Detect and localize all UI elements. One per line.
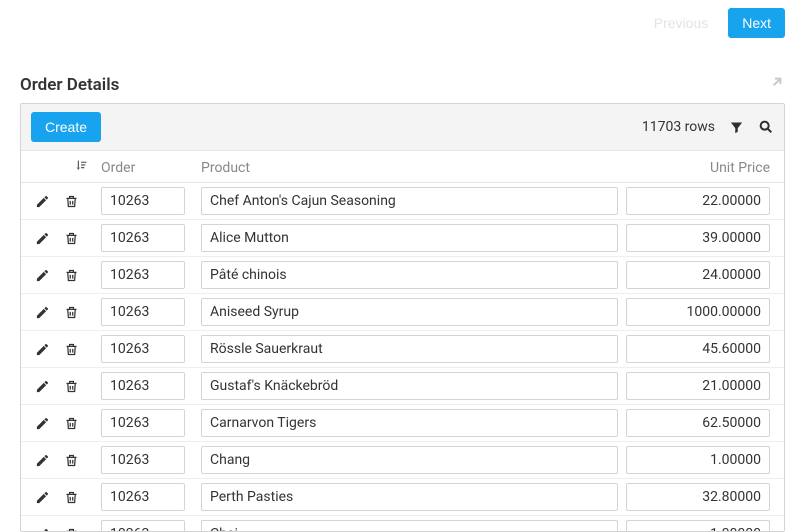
top-nav: Previous Next: [0, 0, 805, 38]
table-row: 10263 Chang 1.00000: [21, 442, 784, 479]
edit-icon[interactable]: [35, 305, 50, 320]
product-cell[interactable]: Pâté chinois: [201, 261, 618, 289]
next-button[interactable]: Next: [728, 8, 785, 38]
delete-icon[interactable]: [64, 490, 79, 505]
price-cell[interactable]: 24.00000: [626, 261, 770, 289]
edit-icon[interactable]: [35, 231, 50, 246]
previous-button: Previous: [640, 8, 722, 38]
grid-scroll[interactable]: 10263 Chef Anton's Cajun Seasoning 22.0000…: [21, 183, 784, 531]
header-actions: [29, 159, 97, 176]
table-row: 10263 Perth Pasties 32.80000: [21, 479, 784, 516]
order-cell[interactable]: 10263: [101, 224, 185, 252]
search-icon[interactable]: [758, 119, 774, 135]
order-cell[interactable]: 10263: [101, 335, 185, 363]
order-details-panel: Order Details Create 11703 rows: [20, 74, 785, 532]
delete-icon[interactable]: [64, 231, 79, 246]
product-cell[interactable]: Chang: [201, 446, 618, 474]
price-cell[interactable]: 1000.00000: [626, 298, 770, 326]
delete-icon[interactable]: [64, 527, 79, 532]
table-row: 10263 Pâté chinois 24.00000: [21, 257, 784, 294]
edit-icon[interactable]: [35, 268, 50, 283]
rows-count-label: 11703 rows: [642, 119, 715, 135]
table-row: 10263 Chai 1.00000: [21, 516, 784, 531]
price-cell[interactable]: 39.00000: [626, 224, 770, 252]
order-cell[interactable]: 10263: [101, 298, 185, 326]
filter-icon[interactable]: [729, 120, 744, 135]
product-cell[interactable]: Aniseed Syrup: [201, 298, 618, 326]
delete-icon[interactable]: [64, 305, 79, 320]
edit-icon[interactable]: [35, 379, 50, 394]
table-header: Order Product Unit Price: [21, 151, 784, 183]
sort-icon[interactable]: [74, 159, 87, 176]
order-cell[interactable]: 10263: [101, 483, 185, 511]
panel-body: Create 11703 rows Order Product Unit Pri…: [20, 103, 785, 532]
order-cell[interactable]: 10263: [101, 187, 185, 215]
delete-icon[interactable]: [64, 342, 79, 357]
order-cell[interactable]: 10263: [101, 520, 185, 531]
price-cell[interactable]: 45.60000: [626, 335, 770, 363]
product-cell[interactable]: Alice Mutton: [201, 224, 618, 252]
header-order[interactable]: Order: [97, 160, 195, 176]
table-row: 10263 Gustaf's Knäckebröd 21.00000: [21, 368, 784, 405]
order-cell[interactable]: 10263: [101, 261, 185, 289]
product-cell[interactable]: Rössle Sauerkraut: [201, 335, 618, 363]
delete-icon[interactable]: [64, 379, 79, 394]
product-cell[interactable]: Chai: [201, 520, 618, 531]
toolbar: Create 11703 rows: [21, 104, 784, 151]
order-cell[interactable]: 10263: [101, 372, 185, 400]
panel-header: Order Details: [20, 74, 785, 103]
edit-icon[interactable]: [35, 342, 50, 357]
edit-icon[interactable]: [35, 527, 50, 532]
product-cell[interactable]: Perth Pasties: [201, 483, 618, 511]
create-button[interactable]: Create: [31, 112, 101, 142]
price-cell[interactable]: 62.50000: [626, 409, 770, 437]
order-cell[interactable]: 10263: [101, 409, 185, 437]
delete-icon[interactable]: [64, 268, 79, 283]
edit-icon[interactable]: [35, 490, 50, 505]
table-row: 10263 Chef Anton's Cajun Seasoning 22.0000…: [21, 183, 784, 220]
price-cell[interactable]: 1.00000: [626, 520, 770, 531]
header-product[interactable]: Product: [195, 160, 626, 176]
edit-icon[interactable]: [35, 453, 50, 468]
product-cell[interactable]: Chef Anton's Cajun Seasoning: [201, 187, 618, 215]
edit-icon[interactable]: [35, 416, 50, 431]
expand-icon[interactable]: [769, 74, 785, 95]
price-cell[interactable]: 32.80000: [626, 483, 770, 511]
order-cell[interactable]: 10263: [101, 446, 185, 474]
header-unit-price[interactable]: Unit Price: [626, 160, 776, 176]
product-cell[interactable]: Gustaf's Knäckebröd: [201, 372, 618, 400]
price-cell[interactable]: 22.00000: [626, 187, 770, 215]
table-row: 10263 Alice Mutton 39.00000: [21, 220, 784, 257]
price-cell[interactable]: 21.00000: [626, 372, 770, 400]
table-row: 10263 Carnarvon Tigers 62.50000: [21, 405, 784, 442]
delete-icon[interactable]: [64, 416, 79, 431]
table-row: 10263 Rössle Sauerkraut 45.60000: [21, 331, 784, 368]
price-cell[interactable]: 1.00000: [626, 446, 770, 474]
delete-icon[interactable]: [64, 194, 79, 209]
delete-icon[interactable]: [64, 453, 79, 468]
toolbar-right: 11703 rows: [642, 119, 774, 135]
panel-title: Order Details: [20, 75, 119, 95]
edit-icon[interactable]: [35, 194, 50, 209]
table-row: 10263 Aniseed Syrup 1000.00000: [21, 294, 784, 331]
product-cell[interactable]: Carnarvon Tigers: [201, 409, 618, 437]
